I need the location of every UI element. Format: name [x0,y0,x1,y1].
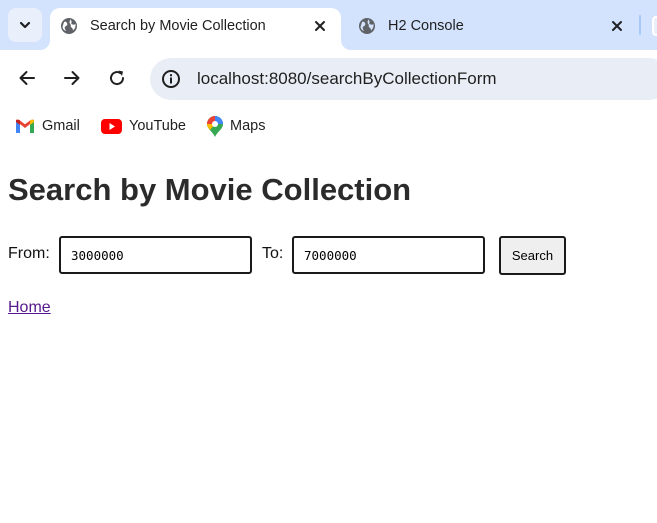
tab-title: Search by Movie Collection [90,18,266,34]
tab-search-button[interactable] [8,8,42,42]
forward-button[interactable] [57,63,87,93]
bookmark-label: YouTube [129,118,186,134]
globe-icon [359,18,375,34]
reload-icon [110,70,125,86]
to-field[interactable] [292,236,485,274]
arrow-right-icon [64,71,80,85]
bookmarks-bar: Gmail YouTube Maps [0,108,657,144]
globe-icon [61,18,77,34]
tab-h2-console[interactable]: H2 Console [348,8,638,50]
from-field[interactable] [59,236,252,274]
to-label: To: [262,245,284,262]
tab-separator [639,15,641,35]
page-content: Search by Movie Collection From: To: Sea… [0,144,657,523]
bookmark-label: Maps [230,118,266,134]
site-info-icon[interactable] [161,69,181,89]
arrow-left-icon [19,71,35,85]
address-text: localhost:8080/searchByCollectionForm [197,69,497,88]
bookmark-maps[interactable]: Maps [207,115,265,137]
reload-button[interactable] [102,63,132,93]
search-button[interactable]: Search [499,236,566,275]
gmail-icon [16,119,34,133]
bookmark-gmail[interactable]: Gmail [15,115,80,137]
home-link[interactable]: Home [8,299,51,317]
back-button[interactable] [12,63,42,93]
maps-icon [207,115,223,137]
page-title: Search by Movie Collection [8,172,412,207]
from-label: From: [8,245,50,262]
tab-title: H2 Console [388,18,464,34]
new-tab-button[interactable] [652,16,657,36]
close-icon[interactable] [608,17,626,35]
close-icon[interactable] [311,17,329,35]
bookmark-youtube[interactable]: YouTube [101,115,186,137]
tab-search-by-movie-collection[interactable]: Search by Movie Collection [50,8,341,50]
chevron-down-icon [19,21,31,29]
browser-toolbar: localhost:8080/searchByCollectionForm [0,50,657,108]
youtube-icon [101,118,122,134]
bookmark-label: Gmail [42,118,80,134]
tab-strip: Search by Movie Collection H2 Console [0,0,657,50]
address-bar[interactable]: localhost:8080/searchByCollectionForm [150,58,657,100]
